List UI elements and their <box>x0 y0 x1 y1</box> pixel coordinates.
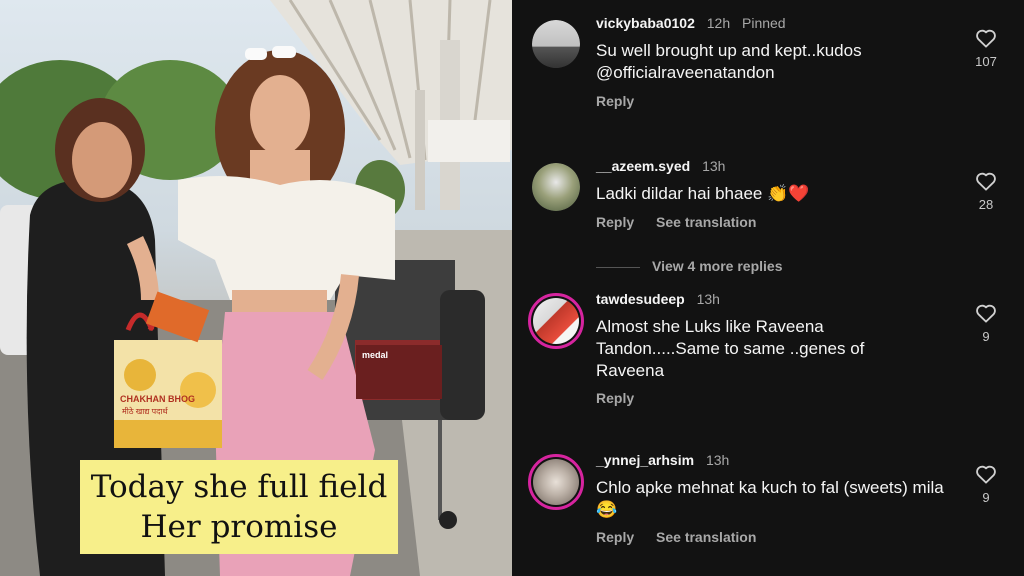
bag-brand-text: CHAKHAN BHOG <box>120 394 195 404</box>
like-control[interactable]: 28 <box>968 171 1004 212</box>
trolley-board-text: medal <box>362 350 388 360</box>
avatar-story-ring[interactable] <box>528 293 584 349</box>
comment-text: Chlo apke mehnat ka kuch to fal (sweets)… <box>596 478 944 519</box>
comment-time: 13h <box>696 291 720 307</box>
like-count: 9 <box>982 329 990 344</box>
comment-time: 13h <box>702 158 726 174</box>
comment-username[interactable]: _ynnej_arhsim <box>596 452 694 468</box>
see-translation-button[interactable]: See translation <box>656 214 756 230</box>
heart-outline-icon[interactable] <box>975 171 997 191</box>
avatar[interactable] <box>532 20 580 68</box>
reply-button[interactable]: Reply <box>596 214 634 230</box>
comment-header: _ynnej_arhsim 13h <box>596 452 729 468</box>
heart-outline-icon[interactable] <box>975 303 997 323</box>
reply-button[interactable]: Reply <box>596 93 634 109</box>
divider-line <box>596 266 640 268</box>
comments-panel: vickybaba0102 12h Pinned Su well brought… <box>512 0 1024 576</box>
comment-actions: Reply <box>596 93 634 109</box>
video-frame[interactable]: CHAKHAN BHOG मीठे खाद्य पदार्थ medal Tod… <box>0 0 512 576</box>
reply-button[interactable]: Reply <box>596 390 634 406</box>
comment-username[interactable]: __azeem.syed <box>596 158 690 174</box>
comment-text: Almost she Luks like Raveena Tandon.....… <box>596 317 865 380</box>
comment-actions: Reply <box>596 390 634 406</box>
view-more-replies-button[interactable]: View 4 more replies <box>596 258 782 274</box>
heart-outline-icon[interactable] <box>975 28 997 48</box>
like-control[interactable]: 107 <box>968 28 1004 69</box>
pinned-label: Pinned <box>742 15 786 31</box>
caption-line-1: Today she full field <box>90 469 388 505</box>
comment-actions: Reply See translation <box>596 529 756 545</box>
heart-outline-icon[interactable] <box>975 464 997 484</box>
caption-line-2: Her promise <box>140 509 338 545</box>
comment-username[interactable]: vickybaba0102 <box>596 15 695 31</box>
like-count: 28 <box>978 197 994 212</box>
see-translation-button[interactable]: See translation <box>656 529 756 545</box>
comment-header: tawdesudeep 13h <box>596 291 720 307</box>
bag-subtext: मीठे खाद्य पदार्थ <box>122 406 169 416</box>
avatar[interactable] <box>532 163 580 211</box>
like-control[interactable]: 9 <box>968 303 1004 344</box>
like-control[interactable]: 9 <box>968 464 1004 505</box>
comment-header: vickybaba0102 12h Pinned <box>596 15 786 31</box>
view-more-label: View 4 more replies <box>652 258 783 274</box>
reply-button[interactable]: Reply <box>596 529 634 545</box>
like-count: 107 <box>975 54 997 69</box>
avatar-story-ring[interactable] <box>528 454 584 510</box>
like-count: 9 <box>982 490 990 505</box>
comment-text: Ladki dildar hai bhaee 👏❤️ <box>596 184 810 203</box>
video-caption: Today she full field Her promise <box>80 460 398 554</box>
comment-header: __azeem.syed 13h <box>596 158 725 174</box>
comment-text: Su well brought up and kept..kudos @offi… <box>596 41 862 82</box>
comment-time: 12h <box>706 15 731 31</box>
comment-actions: Reply See translation <box>596 214 756 230</box>
comment-username[interactable]: tawdesudeep <box>596 291 685 307</box>
comment-time: 13h <box>705 452 730 468</box>
